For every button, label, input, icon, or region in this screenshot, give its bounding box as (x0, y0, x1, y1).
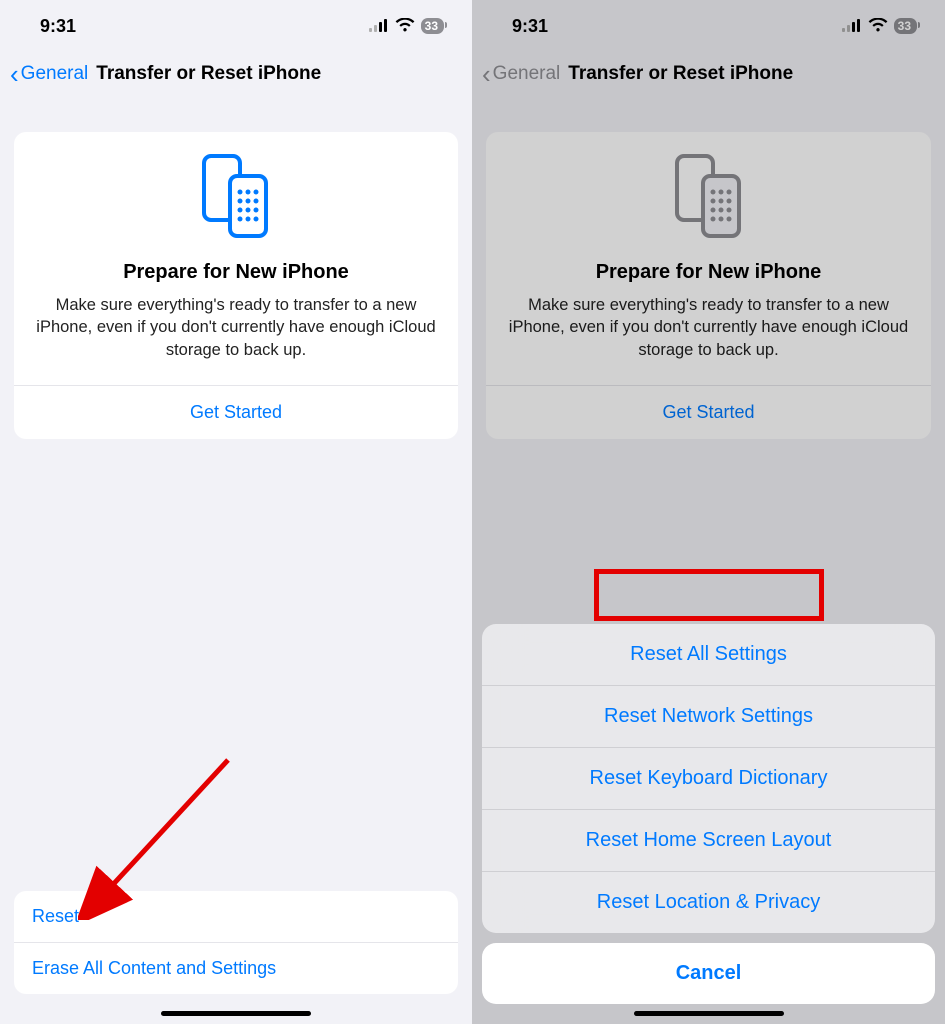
nav-bar: ‹ General Transfer or Reset iPhone (0, 52, 472, 96)
transfer-devices-icon (500, 154, 917, 245)
card-body: Make sure everything's ready to transfer… (500, 294, 917, 361)
back-button[interactable]: ‹ General (10, 61, 88, 87)
card-body: Make sure everything's ready to transfer… (28, 294, 444, 361)
reset-all-settings[interactable]: Reset All Settings (482, 624, 935, 685)
chevron-left-icon: ‹ (10, 61, 19, 87)
cellular-icon (842, 16, 862, 37)
wifi-icon (868, 16, 888, 37)
erase-row[interactable]: Erase All Content and Settings (14, 942, 458, 994)
reset-keyboard-dictionary[interactable]: Reset Keyboard Dictionary (482, 747, 935, 809)
prepare-card: Prepare for New iPhone Make sure everyth… (486, 132, 931, 439)
status-time: 9:31 (512, 16, 548, 37)
screenshot-left: 9:31 33 ‹ General Transfer or Reset iPho… (0, 0, 472, 1024)
reset-location-privacy[interactable]: Reset Location & Privacy (482, 871, 935, 933)
get-started-button[interactable]: Get Started (500, 386, 917, 439)
card-heading: Prepare for New iPhone (28, 261, 444, 284)
wifi-icon (395, 16, 415, 37)
get-started-button[interactable]: Get Started (28, 386, 444, 439)
back-button[interactable]: ‹ General (482, 61, 560, 87)
battery-icon: 33 (894, 18, 917, 34)
battery-icon: 33 (421, 18, 444, 34)
page-title: Transfer or Reset iPhone (568, 63, 793, 85)
action-sheet-group: Reset All Settings Reset Network Setting… (482, 624, 935, 933)
card-heading: Prepare for New iPhone (500, 261, 917, 284)
status-time: 9:31 (40, 16, 76, 37)
reset-list: Reset Erase All Content and Settings (14, 891, 458, 994)
transfer-devices-icon (28, 154, 444, 245)
home-indicator[interactable] (161, 1011, 311, 1016)
cancel-button[interactable]: Cancel (482, 943, 935, 1004)
reset-home-screen-layout[interactable]: Reset Home Screen Layout (482, 809, 935, 871)
back-label: General (21, 63, 89, 85)
action-sheet: Reset All Settings Reset Network Setting… (482, 624, 935, 1004)
screenshot-right: 9:31 33 ‹ General Transfer or Reset iPho… (472, 0, 945, 1024)
home-indicator[interactable] (634, 1011, 784, 1016)
back-label: General (493, 63, 561, 85)
status-right: 33 (842, 16, 917, 37)
status-right: 33 (369, 16, 444, 37)
reset-network-settings[interactable]: Reset Network Settings (482, 685, 935, 747)
status-bar: 9:31 33 (472, 0, 945, 52)
reset-row[interactable]: Reset (14, 891, 458, 942)
page-title: Transfer or Reset iPhone (96, 63, 321, 85)
nav-bar: ‹ General Transfer or Reset iPhone (472, 52, 945, 96)
status-bar: 9:31 33 (0, 0, 472, 52)
cellular-icon (369, 16, 389, 37)
highlight-annotation (594, 569, 824, 621)
prepare-card: Prepare for New iPhone Make sure everyth… (14, 132, 458, 439)
chevron-left-icon: ‹ (482, 61, 491, 87)
